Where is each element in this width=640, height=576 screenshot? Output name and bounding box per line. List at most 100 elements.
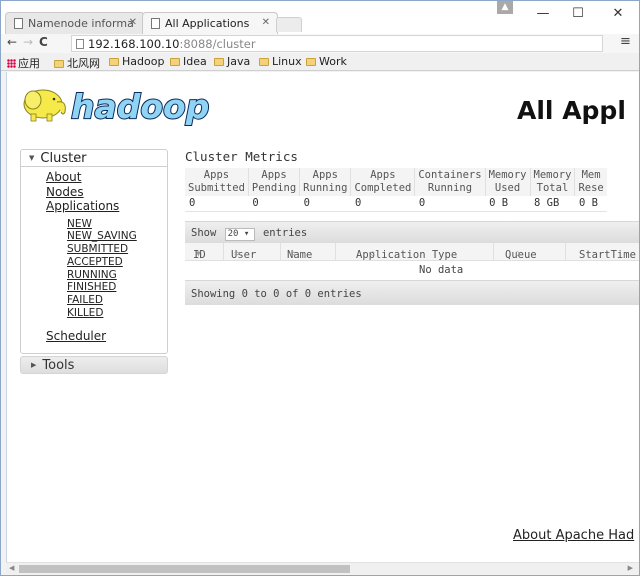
metrics-value-row: 0 0 0 0 0 0 B 8 GB 0 B: [185, 196, 607, 212]
page-length-select[interactable]: 20 ▾: [224, 228, 255, 241]
close-tab-icon[interactable]: ✕: [129, 17, 137, 28]
app-state-accepted[interactable]: ACCEPTED: [67, 256, 167, 269]
reload-icon[interactable]: C: [39, 35, 48, 49]
tools-section-header[interactable]: ▶ Tools: [20, 356, 168, 374]
apps-grid-icon: [7, 59, 16, 68]
tools-label: Tools: [42, 358, 75, 373]
horizontal-scrollbar[interactable]: ◀ ▶: [6, 562, 639, 574]
about-apache-hadoop-link[interactable]: About Apache Had: [513, 528, 634, 543]
nav-link-nodes[interactable]: Nodes: [46, 185, 167, 200]
app-state-failed[interactable]: FAILED: [67, 294, 167, 307]
bookmark-folder[interactable]: Java: [214, 55, 250, 68]
url-path: :8088/cluster: [179, 37, 256, 51]
sort-icon: ≎: [290, 249, 295, 258]
maximize-button[interactable]: ☐: [568, 6, 588, 21]
folder-icon: [214, 58, 224, 66]
triangle-down-icon: ▼: [29, 154, 35, 162]
tab-title: Namenode informa: [28, 17, 134, 30]
metrics-header-row: Apps Submitted Apps Pending Apps Running Ap…: [185, 168, 607, 196]
app-state-new[interactable]: NEW: [67, 218, 167, 231]
dropdown-arrow-icon: ▾: [243, 229, 250, 239]
scrollbar-thumb[interactable]: [19, 565, 350, 573]
metrics-header: Mem Rese: [574, 168, 607, 196]
document-icon: [151, 18, 160, 29]
folder-icon: [306, 58, 316, 66]
bookmark-folder[interactable]: Work: [306, 55, 347, 68]
metric-value: 0 B: [574, 196, 607, 212]
bookmark-label: 北风网: [67, 57, 100, 70]
bookmark-label: Java: [227, 55, 251, 68]
tab-title: All Applications: [165, 17, 250, 30]
empty-table-message: No data: [419, 264, 464, 276]
svg-text:hadoop: hadoop: [71, 87, 209, 126]
document-icon: [14, 18, 23, 29]
sort-icon: ≎: [370, 249, 375, 258]
app-state-finished[interactable]: FINISHED: [67, 281, 167, 294]
address-bar[interactable]: 192.168.100.10:8088/cluster 文 ☆: [71, 35, 603, 52]
scroll-right-icon[interactable]: ▶: [628, 564, 633, 572]
metrics-header: Containers Running: [414, 168, 486, 196]
app-state-killed[interactable]: KILLED: [67, 307, 167, 320]
folder-icon: [109, 58, 119, 66]
nav-link-scheduler[interactable]: Scheduler: [46, 329, 167, 343]
cluster-metrics-title: Cluster Metrics: [185, 149, 298, 164]
cluster-section: ▼ Cluster About Nodes Applications NEW NE…: [20, 149, 168, 354]
metric-value: 0: [248, 196, 300, 212]
bookmark-label: 应用: [18, 57, 40, 70]
nav-link-about[interactable]: About: [46, 170, 167, 185]
sidebar: ▼ Cluster About Nodes Applications NEW NE…: [20, 149, 168, 374]
bookmark-label: Work: [319, 55, 347, 68]
metrics-header: Memory Used: [485, 168, 531, 196]
metrics-header: Memory Total: [530, 168, 576, 196]
bookmark-apps[interactable]: 应用: [7, 55, 40, 71]
app-state-submitted[interactable]: SUBMITTED: [67, 243, 167, 256]
metric-value: 0 B: [485, 196, 530, 212]
forward-arrow-icon[interactable]: →: [23, 35, 33, 49]
metric-value: 8 GB: [530, 196, 575, 212]
metric-value: 0: [185, 196, 249, 212]
url-host: 192.168.100.10: [88, 37, 180, 51]
bookmark-label: Hadoop: [122, 55, 165, 68]
bookmark-folder[interactable]: Hadoop: [109, 55, 164, 68]
show-label: Show: [191, 227, 217, 239]
applications-table-header: ID ▼ User ≎ Name ≎ Application Type ≎ Queue ≎…: [185, 243, 639, 261]
browser-window: Namenode informa ✕ All Applications ✕ ▲ …: [0, 0, 640, 576]
menu-icon[interactable]: ≡: [620, 34, 631, 49]
table-length-bar: Show 20 ▾ entries: [185, 221, 639, 243]
metrics-header: Apps Completed: [350, 168, 416, 196]
hadoop-logo: hadoop: [23, 86, 210, 127]
elephant-icon: [23, 89, 66, 122]
minimize-button[interactable]: —: [533, 6, 553, 21]
metrics-header: Apps Submitted: [185, 168, 249, 196]
tab-all-applications[interactable]: All Applications ✕: [142, 12, 278, 34]
app-state-new-saving[interactable]: NEW_SAVING: [67, 230, 167, 243]
scroll-left-icon[interactable]: ◀: [9, 564, 14, 572]
bookmarks-bar: 应用 北风网 Hadoop Idea Java Linux Work: [1, 53, 639, 71]
sort-icon: ≎: [515, 249, 520, 258]
bookmark-folder[interactable]: Linux: [259, 55, 302, 68]
new-tab-button[interactable]: [276, 17, 302, 32]
bookmark-folder[interactable]: Idea: [170, 55, 207, 68]
metric-value: 0: [299, 196, 351, 212]
table-info-bar: Showing 0 to 0 of 0 entries: [185, 280, 639, 305]
metrics-header: Apps Pending: [248, 168, 301, 196]
close-tab-icon[interactable]: ✕: [262, 17, 270, 28]
tab-strip: Namenode informa ✕ All Applications ✕ ▲ …: [1, 1, 639, 34]
nav-link-applications[interactable]: Applications: [46, 199, 167, 214]
cluster-metrics-table: Apps Submitted Apps Pending Apps Running Ap…: [185, 168, 607, 212]
close-window-button[interactable]: ✕: [608, 6, 628, 21]
sort-icon: ≎: [234, 249, 239, 258]
page-content: hadoop All Appl ▼ Cluster About Nodes App…: [6, 72, 639, 562]
profile-icon[interactable]: ▲: [497, 1, 513, 14]
tab-namenode[interactable]: Namenode informa ✕: [5, 12, 145, 34]
metric-value: 0: [414, 196, 486, 212]
entries-label: entries: [262, 227, 308, 239]
cluster-label: Cluster: [40, 151, 87, 166]
app-state-running[interactable]: RUNNING: [67, 269, 167, 282]
back-arrow-icon[interactable]: ←: [7, 35, 17, 49]
metrics-header: Apps Running: [299, 168, 352, 196]
sort-desc-icon: ▼: [196, 249, 201, 258]
bookmark-folder[interactable]: 北风网: [54, 55, 100, 71]
folder-icon: [54, 60, 64, 68]
cluster-section-header[interactable]: ▼ Cluster: [21, 150, 167, 167]
